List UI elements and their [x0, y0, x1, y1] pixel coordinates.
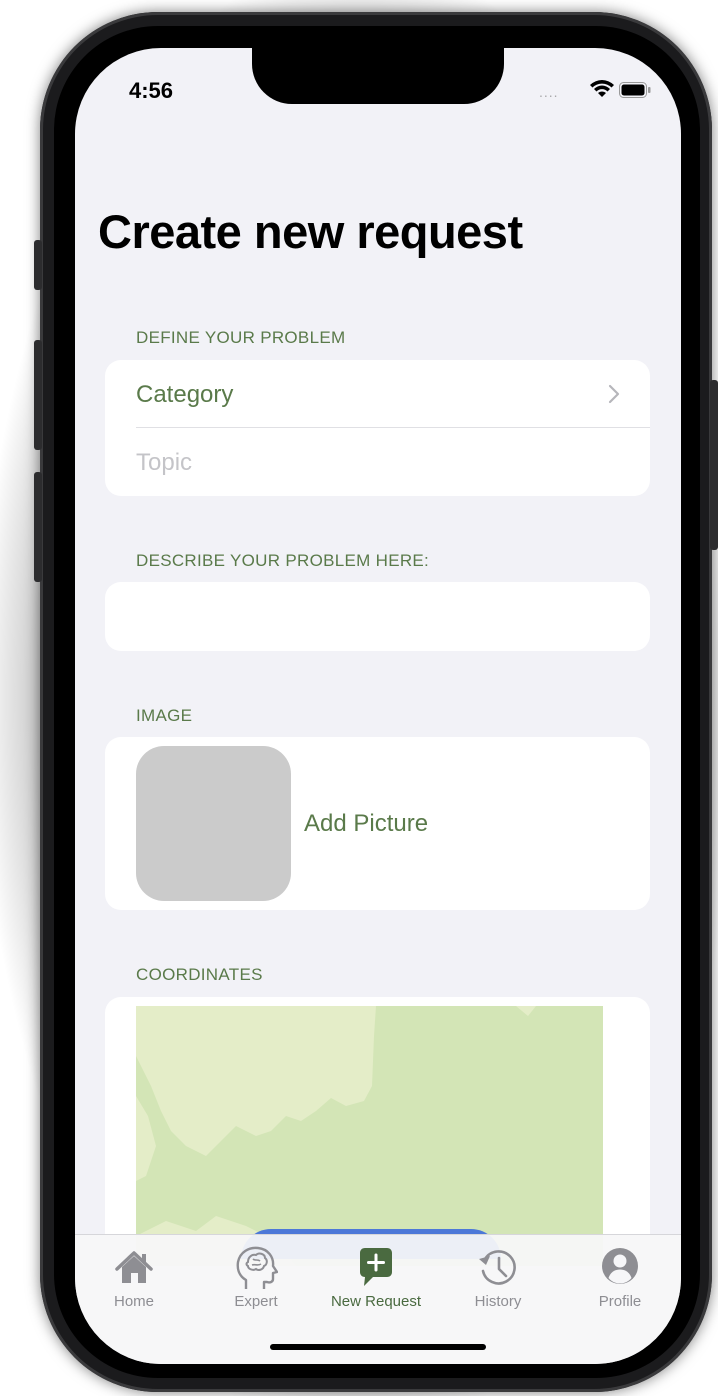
battery-icon [619, 82, 651, 98]
tab-label: Profile [598, 1293, 642, 1310]
volume-down-button [34, 472, 42, 582]
tab-label: History [474, 1293, 522, 1310]
tab-home[interactable]: Home [79, 1245, 189, 1310]
mute-switch [34, 240, 42, 290]
chevron-right-icon [608, 384, 620, 404]
map-terrain [136, 1006, 603, 1266]
define-card: Category Topic [105, 360, 650, 496]
description-input[interactable] [105, 582, 650, 651]
category-row[interactable]: Category [136, 381, 233, 409]
image-placeholder[interactable] [136, 746, 291, 901]
page-title: Create new request [98, 205, 523, 258]
wifi-icon [590, 80, 614, 97]
home-icon [115, 1251, 153, 1283]
tab-expert[interactable]: Expert [201, 1245, 311, 1310]
power-button [710, 380, 718, 550]
image-card: Add Picture [105, 737, 650, 910]
tab-label: Expert [234, 1293, 278, 1310]
history-icon [479, 1250, 516, 1285]
screen: 4:56 .... Create new request DEFINE YOUR… [75, 48, 681, 1364]
volume-up-button [34, 340, 42, 450]
tab-label: Home [113, 1293, 154, 1310]
define-section-label: DEFINE YOUR PROBLEM [136, 328, 346, 347]
topic-input[interactable]: Topic [136, 449, 192, 477]
map-view[interactable] [136, 1006, 603, 1266]
brain-head-icon [236, 1246, 278, 1289]
tab-history[interactable]: History [443, 1245, 553, 1310]
tab-profile[interactable]: Profile [565, 1245, 675, 1310]
plus-message-icon [360, 1248, 392, 1286]
row-divider [136, 427, 650, 428]
tab-new-request[interactable]: New Request [321, 1245, 431, 1310]
tab-label: New Request [330, 1293, 422, 1310]
coordinates-section-label: COORDINATES [136, 965, 263, 984]
notch [252, 48, 504, 104]
person-circle-icon [602, 1248, 638, 1284]
home-indicator[interactable] [270, 1344, 486, 1350]
describe-section-label: DESCRIBE YOUR PROBLEM HERE: [136, 551, 430, 570]
signal-dots: .... [539, 84, 559, 100]
add-picture-button[interactable]: Add Picture [304, 810, 428, 838]
image-section-label: IMAGE [136, 706, 193, 725]
status-time: 4:56 [129, 78, 174, 103]
